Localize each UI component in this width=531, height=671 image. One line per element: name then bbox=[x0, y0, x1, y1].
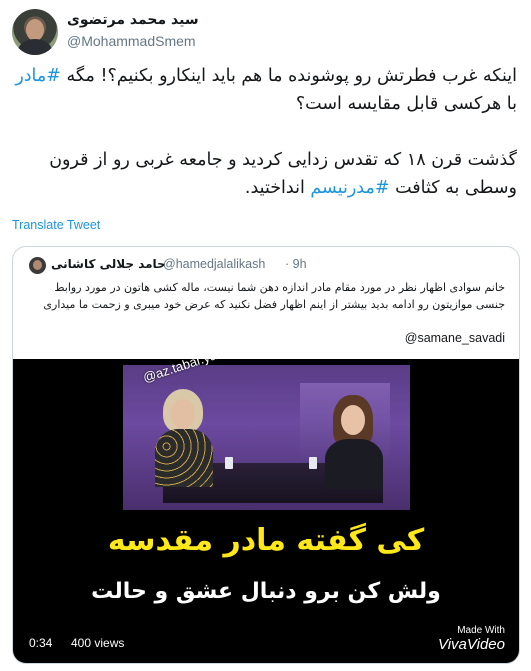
tweet-text-2b: انداختید. bbox=[244, 178, 311, 198]
quoted-tweet[interactable]: حامد جلالی کاشانی @hamedjalalikash · 9h … bbox=[12, 246, 520, 664]
guest-head bbox=[171, 399, 195, 429]
tweet: سید محمد مرتضوی @MohammadSmem اینکه غرب … bbox=[0, 0, 531, 671]
avatar-face bbox=[26, 19, 44, 41]
avatar-body bbox=[18, 39, 52, 55]
quoted-text: خانم سوادی اظهار نظر در مورد مقام مادر ا… bbox=[43, 281, 505, 311]
quoted-handle[interactable]: @hamedjalalikash bbox=[163, 257, 265, 271]
host-head bbox=[341, 405, 365, 435]
quoted-display-name[interactable]: حامد جلالی کاشانی bbox=[51, 257, 166, 271]
hashtag-link-modernism[interactable]: #مدرنیسم bbox=[310, 178, 389, 198]
tweet-text-1a: اینکه غرب فطرتش رو پوشونده ما هم باید ای… bbox=[60, 66, 518, 86]
quoted-mention[interactable]: @samane_savadi bbox=[405, 331, 505, 345]
video-duration: 0:34 bbox=[23, 633, 59, 653]
author-display-name[interactable]: سید محمد مرتضوی bbox=[67, 12, 199, 28]
author-handle[interactable]: @MohammadSmem bbox=[67, 33, 196, 49]
cup bbox=[225, 457, 233, 469]
tweet-text: اینکه غرب فطرتش رو پوشونده ما هم باید ای… bbox=[12, 62, 517, 202]
host-torso bbox=[325, 439, 383, 489]
video-caption-2: ولش کن برو دنبال عشق و حالت bbox=[91, 579, 441, 604]
video-views: 400 views bbox=[65, 633, 131, 653]
host-figure bbox=[321, 395, 385, 489]
guest-figure bbox=[153, 389, 213, 487]
guest-torso bbox=[155, 429, 213, 487]
tweet-paragraph-1: اینکه غرب فطرتش رو پوشونده ما هم باید ای… bbox=[12, 62, 517, 118]
video-frame bbox=[123, 365, 410, 510]
tweet-text-1b: با هرکسی قابل مقایسه است؟ bbox=[295, 94, 517, 114]
video-caption-1: کی گفته مادر مقدسه bbox=[107, 523, 425, 558]
hashtag-link-mother[interactable]: #مادر bbox=[15, 66, 61, 86]
video-player[interactable]: @az.tabar.yas کی گفته مادر مقدسه ولش کن … bbox=[13, 359, 519, 663]
quoted-avatar[interactable] bbox=[29, 257, 46, 274]
tweet-paragraph-2: گذشت قرن ۱۸ که تقدس زدایی کردید و جامعه … bbox=[12, 146, 517, 202]
quoted-timestamp[interactable]: · 9h bbox=[285, 257, 307, 271]
made-with-label: Made With bbox=[457, 625, 505, 636]
cup bbox=[309, 457, 317, 469]
quoted-tweet-header: حامد جلالی کاشانی @hamedjalalikash · 9h bbox=[29, 256, 505, 274]
avatar[interactable] bbox=[12, 9, 58, 55]
translate-tweet-link[interactable]: Translate Tweet bbox=[12, 218, 100, 232]
vivavideo-brand: VivaVideo bbox=[437, 636, 505, 653]
vivavideo-logo: Made With VivaVideo bbox=[438, 625, 505, 654]
